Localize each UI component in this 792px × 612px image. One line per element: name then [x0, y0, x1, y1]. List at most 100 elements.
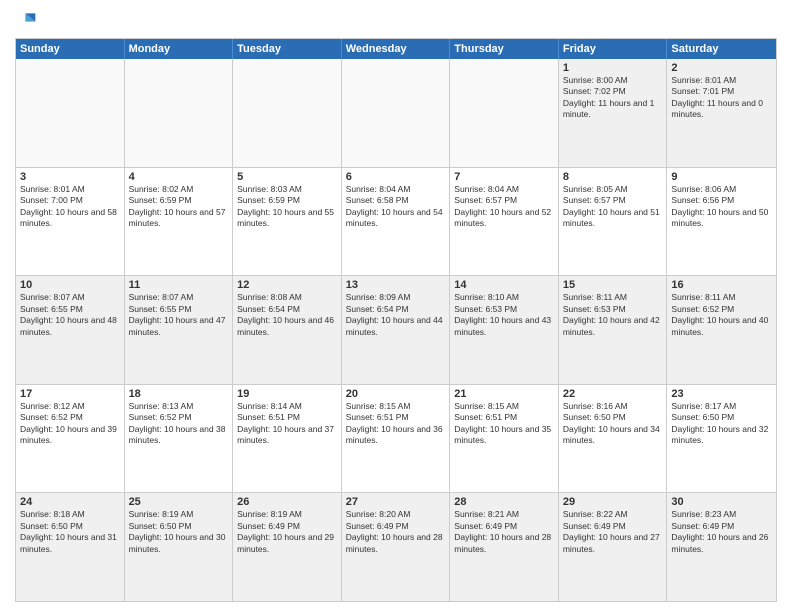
- calendar-cell: 11Sunrise: 8:07 AMSunset: 6:55 PMDayligh…: [125, 276, 234, 384]
- weekday-header-friday: Friday: [559, 39, 668, 59]
- calendar-cell: 10Sunrise: 8:07 AMSunset: 6:55 PMDayligh…: [16, 276, 125, 384]
- day-info: Sunrise: 8:19 AMSunset: 6:49 PMDaylight:…: [237, 509, 337, 555]
- day-info: Sunrise: 8:21 AMSunset: 6:49 PMDaylight:…: [454, 509, 554, 555]
- calendar-row-2: 10Sunrise: 8:07 AMSunset: 6:55 PMDayligh…: [16, 275, 776, 384]
- calendar-cell: 12Sunrise: 8:08 AMSunset: 6:54 PMDayligh…: [233, 276, 342, 384]
- day-info: Sunrise: 8:10 AMSunset: 6:53 PMDaylight:…: [454, 292, 554, 338]
- page: SundayMondayTuesdayWednesdayThursdayFrid…: [0, 0, 792, 612]
- calendar-cell: 25Sunrise: 8:19 AMSunset: 6:50 PMDayligh…: [125, 493, 234, 601]
- day-number: 14: [454, 279, 554, 291]
- calendar-cell: [233, 59, 342, 167]
- day-info: Sunrise: 8:15 AMSunset: 6:51 PMDaylight:…: [454, 401, 554, 447]
- day-info: Sunrise: 8:11 AMSunset: 6:52 PMDaylight:…: [671, 292, 772, 338]
- calendar-cell: [16, 59, 125, 167]
- day-number: 22: [563, 388, 663, 400]
- day-number: 26: [237, 496, 337, 508]
- day-info: Sunrise: 8:04 AMSunset: 6:58 PMDaylight:…: [346, 184, 446, 230]
- day-number: 19: [237, 388, 337, 400]
- day-info: Sunrise: 8:07 AMSunset: 6:55 PMDaylight:…: [129, 292, 229, 338]
- day-info: Sunrise: 8:23 AMSunset: 6:49 PMDaylight:…: [671, 509, 772, 555]
- day-number: 24: [20, 496, 120, 508]
- day-info: Sunrise: 8:06 AMSunset: 6:56 PMDaylight:…: [671, 184, 772, 230]
- day-number: 28: [454, 496, 554, 508]
- calendar-cell: 3Sunrise: 8:01 AMSunset: 7:00 PMDaylight…: [16, 168, 125, 276]
- weekday-header-tuesday: Tuesday: [233, 39, 342, 59]
- weekday-header-monday: Monday: [125, 39, 234, 59]
- calendar-cell: 15Sunrise: 8:11 AMSunset: 6:53 PMDayligh…: [559, 276, 668, 384]
- calendar-row-0: 1Sunrise: 8:00 AMSunset: 7:02 PMDaylight…: [16, 59, 776, 167]
- day-info: Sunrise: 8:07 AMSunset: 6:55 PMDaylight:…: [20, 292, 120, 338]
- day-number: 5: [237, 171, 337, 183]
- logo-icon: [17, 10, 37, 30]
- calendar-cell: 17Sunrise: 8:12 AMSunset: 6:52 PMDayligh…: [16, 385, 125, 493]
- day-info: Sunrise: 8:19 AMSunset: 6:50 PMDaylight:…: [129, 509, 229, 555]
- day-number: 17: [20, 388, 120, 400]
- day-number: 21: [454, 388, 554, 400]
- day-info: Sunrise: 8:01 AMSunset: 7:00 PMDaylight:…: [20, 184, 120, 230]
- calendar-cell: 20Sunrise: 8:15 AMSunset: 6:51 PMDayligh…: [342, 385, 451, 493]
- day-info: Sunrise: 8:00 AMSunset: 7:02 PMDaylight:…: [563, 75, 663, 121]
- calendar-cell: 21Sunrise: 8:15 AMSunset: 6:51 PMDayligh…: [450, 385, 559, 493]
- day-number: 2: [671, 62, 772, 74]
- day-info: Sunrise: 8:22 AMSunset: 6:49 PMDaylight:…: [563, 509, 663, 555]
- day-number: 20: [346, 388, 446, 400]
- calendar-cell: 24Sunrise: 8:18 AMSunset: 6:50 PMDayligh…: [16, 493, 125, 601]
- calendar-cell: 5Sunrise: 8:03 AMSunset: 6:59 PMDaylight…: [233, 168, 342, 276]
- calendar-cell: 6Sunrise: 8:04 AMSunset: 6:58 PMDaylight…: [342, 168, 451, 276]
- calendar-cell: 1Sunrise: 8:00 AMSunset: 7:02 PMDaylight…: [559, 59, 668, 167]
- day-number: 12: [237, 279, 337, 291]
- day-info: Sunrise: 8:05 AMSunset: 6:57 PMDaylight:…: [563, 184, 663, 230]
- day-info: Sunrise: 8:13 AMSunset: 6:52 PMDaylight:…: [129, 401, 229, 447]
- day-info: Sunrise: 8:04 AMSunset: 6:57 PMDaylight:…: [454, 184, 554, 230]
- day-info: Sunrise: 8:11 AMSunset: 6:53 PMDaylight:…: [563, 292, 663, 338]
- calendar-cell: [125, 59, 234, 167]
- day-number: 30: [671, 496, 772, 508]
- day-number: 10: [20, 279, 120, 291]
- calendar-cell: 19Sunrise: 8:14 AMSunset: 6:51 PMDayligh…: [233, 385, 342, 493]
- calendar-row-3: 17Sunrise: 8:12 AMSunset: 6:52 PMDayligh…: [16, 384, 776, 493]
- calendar-body: 1Sunrise: 8:00 AMSunset: 7:02 PMDaylight…: [16, 59, 776, 601]
- day-number: 18: [129, 388, 229, 400]
- calendar-cell: 27Sunrise: 8:20 AMSunset: 6:49 PMDayligh…: [342, 493, 451, 601]
- calendar-row-1: 3Sunrise: 8:01 AMSunset: 7:00 PMDaylight…: [16, 167, 776, 276]
- calendar-cell: 26Sunrise: 8:19 AMSunset: 6:49 PMDayligh…: [233, 493, 342, 601]
- calendar-row-4: 24Sunrise: 8:18 AMSunset: 6:50 PMDayligh…: [16, 492, 776, 601]
- day-number: 15: [563, 279, 663, 291]
- calendar-cell: 18Sunrise: 8:13 AMSunset: 6:52 PMDayligh…: [125, 385, 234, 493]
- day-info: Sunrise: 8:03 AMSunset: 6:59 PMDaylight:…: [237, 184, 337, 230]
- day-info: Sunrise: 8:15 AMSunset: 6:51 PMDaylight:…: [346, 401, 446, 447]
- day-info: Sunrise: 8:17 AMSunset: 6:50 PMDaylight:…: [671, 401, 772, 447]
- calendar-cell: 4Sunrise: 8:02 AMSunset: 6:59 PMDaylight…: [125, 168, 234, 276]
- day-info: Sunrise: 8:20 AMSunset: 6:49 PMDaylight:…: [346, 509, 446, 555]
- weekday-header-wednesday: Wednesday: [342, 39, 451, 59]
- calendar-cell: [450, 59, 559, 167]
- day-info: Sunrise: 8:12 AMSunset: 6:52 PMDaylight:…: [20, 401, 120, 447]
- weekday-header-sunday: Sunday: [16, 39, 125, 59]
- day-number: 3: [20, 171, 120, 183]
- day-info: Sunrise: 8:14 AMSunset: 6:51 PMDaylight:…: [237, 401, 337, 447]
- calendar-cell: 7Sunrise: 8:04 AMSunset: 6:57 PMDaylight…: [450, 168, 559, 276]
- day-number: 1: [563, 62, 663, 74]
- day-number: 27: [346, 496, 446, 508]
- day-number: 29: [563, 496, 663, 508]
- weekday-header-saturday: Saturday: [667, 39, 776, 59]
- day-info: Sunrise: 8:08 AMSunset: 6:54 PMDaylight:…: [237, 292, 337, 338]
- calendar-cell: [342, 59, 451, 167]
- calendar-cell: 22Sunrise: 8:16 AMSunset: 6:50 PMDayligh…: [559, 385, 668, 493]
- calendar-cell: 14Sunrise: 8:10 AMSunset: 6:53 PMDayligh…: [450, 276, 559, 384]
- calendar-cell: 28Sunrise: 8:21 AMSunset: 6:49 PMDayligh…: [450, 493, 559, 601]
- calendar-cell: 16Sunrise: 8:11 AMSunset: 6:52 PMDayligh…: [667, 276, 776, 384]
- calendar-cell: 29Sunrise: 8:22 AMSunset: 6:49 PMDayligh…: [559, 493, 668, 601]
- day-number: 13: [346, 279, 446, 291]
- day-number: 23: [671, 388, 772, 400]
- calendar-cell: 23Sunrise: 8:17 AMSunset: 6:50 PMDayligh…: [667, 385, 776, 493]
- day-number: 6: [346, 171, 446, 183]
- day-info: Sunrise: 8:18 AMSunset: 6:50 PMDaylight:…: [20, 509, 120, 555]
- calendar-cell: 13Sunrise: 8:09 AMSunset: 6:54 PMDayligh…: [342, 276, 451, 384]
- day-info: Sunrise: 8:16 AMSunset: 6:50 PMDaylight:…: [563, 401, 663, 447]
- weekday-header-thursday: Thursday: [450, 39, 559, 59]
- calendar-cell: 9Sunrise: 8:06 AMSunset: 6:56 PMDaylight…: [667, 168, 776, 276]
- day-number: 25: [129, 496, 229, 508]
- day-info: Sunrise: 8:02 AMSunset: 6:59 PMDaylight:…: [129, 184, 229, 230]
- header: [15, 10, 777, 30]
